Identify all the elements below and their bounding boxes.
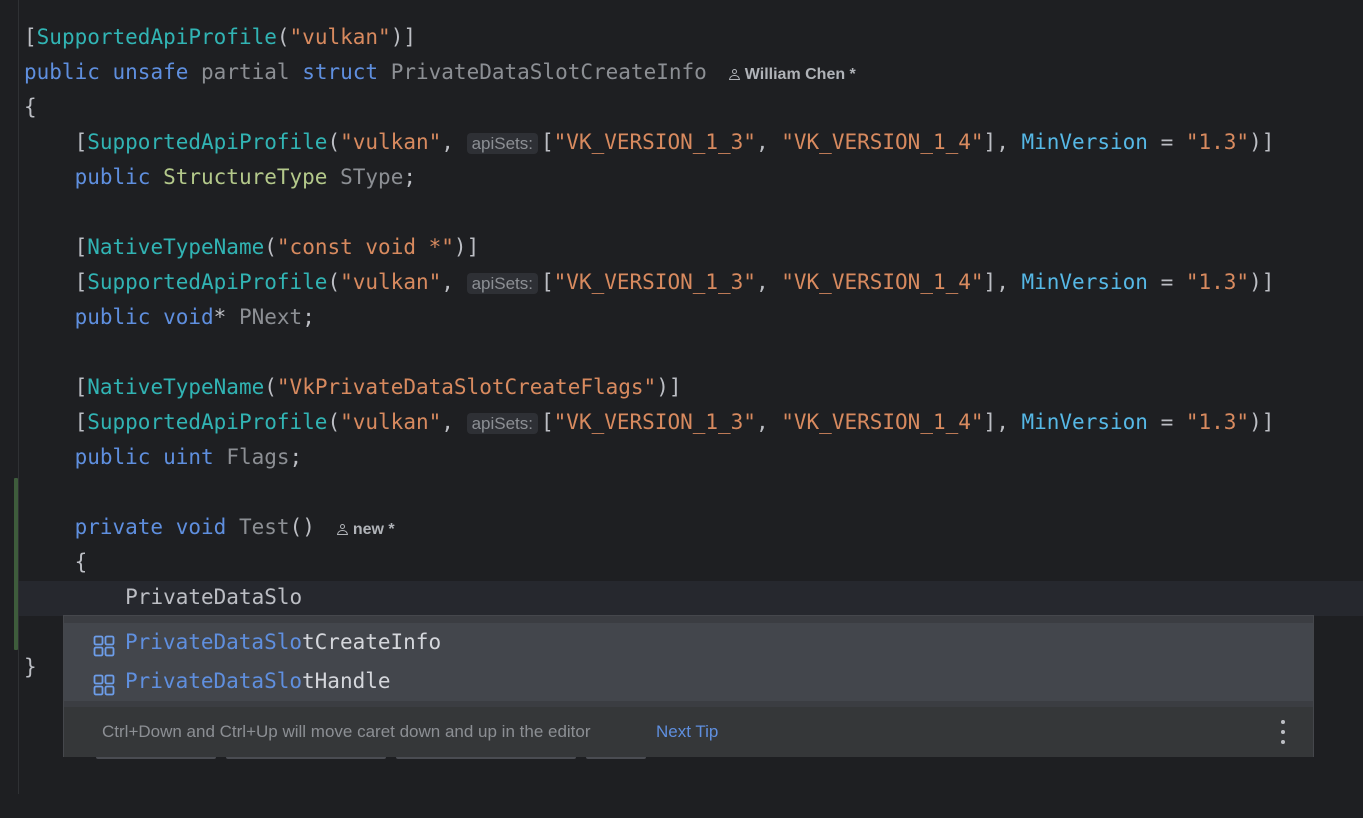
code-line: public unsafe partial struct PrivateData… [24, 60, 856, 84]
method-name: Test [238, 515, 290, 539]
obscured-code-line [96, 757, 656, 763]
completion-list[interactable]: PrivateDataSlotCreateInfo PrivateDataSlo… [64, 616, 1313, 701]
code-line: [SupportedApiProfile("vulkan", apiSets:[… [74, 270, 1275, 294]
typed-text: PrivateDataSlo [125, 585, 303, 609]
parameter-hint: apiSets: [466, 133, 538, 154]
struct-icon [93, 674, 115, 696]
parameter-hint: apiSets: [466, 273, 538, 294]
parameter-hint: apiSets: [466, 413, 538, 434]
vertical-ellipsis-icon[interactable] [1279, 719, 1287, 745]
vcs-change-marker[interactable] [14, 478, 18, 650]
tip-text: Ctrl+Down and Ctrl+Up will move caret do… [102, 722, 591, 741]
next-tip-link[interactable]: Next Tip [656, 707, 718, 757]
completion-popup[interactable]: PrivateDataSlotCreateInfo PrivateDataSlo… [63, 615, 1314, 757]
code-line: [SupportedApiProfile("vulkan", apiSets:[… [74, 410, 1275, 434]
completion-item[interactable]: PrivateDataSlotCreateInfo [64, 623, 1313, 662]
person-icon [728, 69, 740, 80]
code-line: [SupportedApiProfile("vulkan", apiSets:[… [74, 130, 1275, 154]
code-line: [NativeTypeName("const void *")] [74, 235, 480, 259]
code-line: [NativeTypeName("VkPrivateDataSlotCreate… [74, 375, 682, 399]
completion-item-label: PrivateDataSlotHandle [125, 669, 391, 693]
struct-name: PrivateDataSlotCreateInfo [390, 60, 707, 84]
completion-item[interactable]: PrivateDataSlotHandle [64, 662, 1313, 701]
code-line: [SupportedApiProfile("vulkan")] [24, 25, 416, 49]
completion-tip-bar: Ctrl+Down and Ctrl+Up will move caret do… [64, 707, 1313, 757]
code-line: public uint Flags; [74, 445, 303, 469]
struct-icon [93, 635, 115, 657]
code-line: { [74, 550, 88, 574]
attribute-name: SupportedApiProfile [36, 25, 277, 49]
code-line: { [24, 95, 37, 119]
code-line: private void Test() new * [74, 515, 395, 539]
code-vision-author[interactable]: William Chen * [728, 66, 856, 83]
code-line: public StructureType SType; [74, 165, 416, 189]
code-vision-author[interactable]: new * [336, 521, 395, 538]
person-icon [336, 524, 348, 535]
code-line: public void* PNext; [74, 305, 315, 329]
completion-item-label: PrivateDataSlotCreateInfo [125, 630, 442, 654]
editor-gutter-separator [18, 0, 19, 794]
code-line-current[interactable]: PrivateDataSlo [24, 580, 1354, 615]
code-editor[interactable]: [SupportedApiProfile("vulkan")] public u… [24, 20, 1354, 685]
